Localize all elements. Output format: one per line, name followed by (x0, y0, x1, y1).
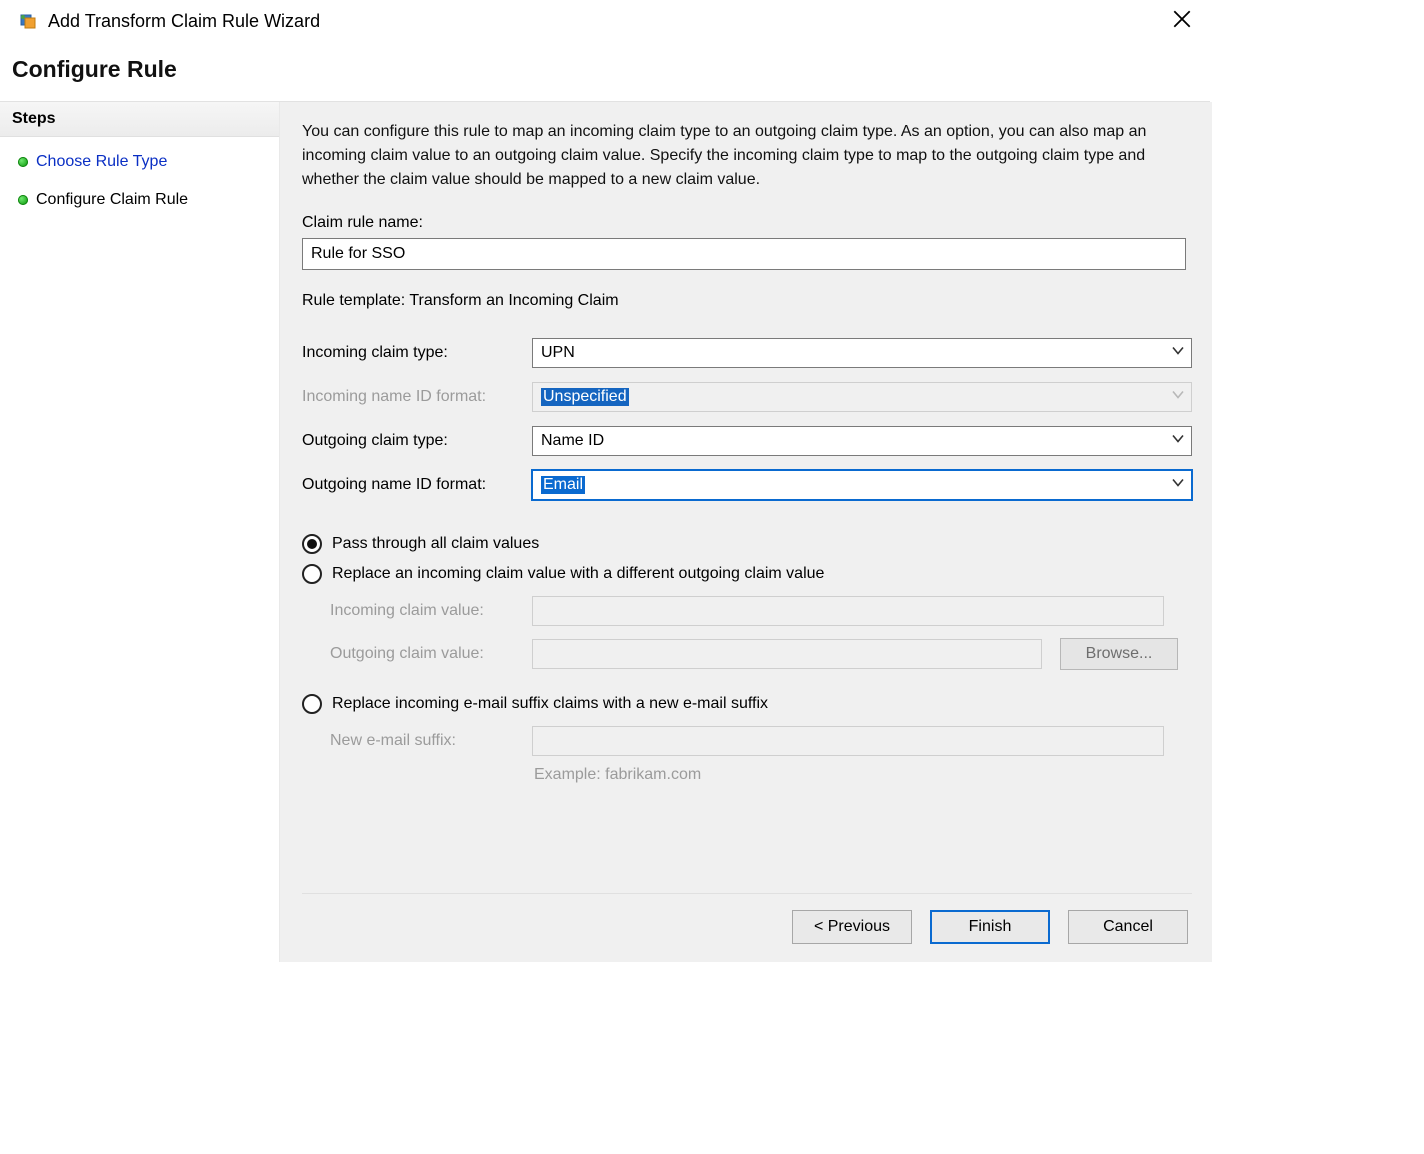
combo-value: Email (541, 476, 585, 494)
main-panel: You can configure this rule to map an in… (280, 102, 1212, 962)
incoming-nameid-format-combo: Unspecified (532, 382, 1192, 412)
rule-template-line: Rule template: Transform an Incoming Cla… (302, 292, 1192, 310)
outgoing-claim-value-row: Outgoing claim value: Browse... (330, 638, 1192, 670)
chevron-down-icon (1171, 476, 1185, 495)
outgoing-claim-value-input (532, 639, 1042, 669)
new-email-suffix-input (532, 726, 1164, 756)
claim-rule-name-input[interactable] (302, 238, 1186, 270)
step-label: Configure Claim Rule (36, 191, 188, 209)
wizard-body: Steps Choose Rule Type Configure Claim R… (0, 102, 1210, 962)
steps-header: Steps (0, 102, 279, 137)
steps-sidebar: Steps Choose Rule Type Configure Claim R… (0, 102, 280, 962)
intro-text: You can configure this rule to map an in… (302, 120, 1172, 192)
incoming-claim-type-label: Incoming claim type: (302, 344, 514, 362)
outgoing-nameid-format-label: Outgoing name ID format: (302, 476, 514, 494)
incoming-claim-value-label: Incoming claim value: (330, 602, 514, 620)
window-title: Add Transform Claim Rule Wizard (48, 11, 320, 32)
radio-label: Replace incoming e-mail suffix claims wi… (332, 695, 768, 713)
previous-button[interactable]: < Previous (792, 910, 912, 944)
outgoing-claim-type-row: Outgoing claim type: Name ID (302, 426, 1192, 456)
radio-icon (302, 534, 322, 554)
radio-label: Replace an incoming claim value with a d… (332, 565, 824, 583)
radio-icon (302, 564, 322, 584)
step-bullet-icon (18, 157, 28, 167)
outgoing-claim-type-label: Outgoing claim type: (302, 432, 514, 450)
radio-replace-suffix[interactable]: Replace incoming e-mail suffix claims wi… (302, 694, 1192, 714)
outgoing-nameid-format-row: Outgoing name ID format: Email (302, 470, 1192, 500)
step-configure-claim-rule[interactable]: Configure Claim Rule (14, 185, 271, 223)
combo-value: Name ID (541, 432, 604, 450)
claim-value-radio-group: Pass through all claim values Replace an… (302, 524, 1192, 784)
titlebar-left: Add Transform Claim Rule Wizard (18, 11, 320, 32)
radio-icon (302, 694, 322, 714)
browse-button: Browse... (1060, 638, 1178, 670)
cancel-button[interactable]: Cancel (1068, 910, 1188, 944)
chevron-down-icon (1171, 432, 1185, 451)
incoming-claim-type-row: Incoming claim type: UPN (302, 338, 1192, 368)
titlebar: Add Transform Claim Rule Wizard (0, 0, 1210, 50)
outgoing-claim-type-combo[interactable]: Name ID (532, 426, 1192, 456)
wizard-button-bar: < Previous Finish Cancel (302, 893, 1192, 962)
step-bullet-icon (18, 195, 28, 205)
chevron-down-icon (1171, 344, 1185, 363)
incoming-claim-value-input (532, 596, 1164, 626)
finish-button[interactable]: Finish (930, 910, 1050, 944)
incoming-nameid-format-row: Incoming name ID format: Unspecified (302, 382, 1192, 412)
app-icon (18, 11, 38, 31)
page-heading: Configure Rule (0, 50, 1210, 102)
combo-value: Unspecified (541, 388, 629, 406)
radio-pass-through[interactable]: Pass through all claim values (302, 534, 1192, 554)
radio-label: Pass through all claim values (332, 535, 539, 553)
step-choose-rule-type[interactable]: Choose Rule Type (14, 147, 271, 185)
outgoing-claim-value-label: Outgoing claim value: (330, 645, 514, 663)
wizard-window: Add Transform Claim Rule Wizard Configur… (0, 0, 1210, 1000)
claim-rule-name-label: Claim rule name: (302, 214, 1192, 232)
radio-replace-value[interactable]: Replace an incoming claim value with a d… (302, 564, 1192, 584)
claim-rule-name-block: Claim rule name: (302, 214, 1192, 270)
incoming-nameid-format-label: Incoming name ID format: (302, 388, 514, 406)
new-email-suffix-row: New e-mail suffix: (330, 726, 1192, 756)
new-email-suffix-label: New e-mail suffix: (330, 732, 514, 750)
combo-value: UPN (541, 344, 575, 362)
suffix-example-text: Example: fabrikam.com (534, 766, 1192, 784)
step-label: Choose Rule Type (36, 153, 167, 171)
incoming-claim-type-combo[interactable]: UPN (532, 338, 1192, 368)
incoming-claim-value-row: Incoming claim value: (330, 596, 1192, 626)
close-button[interactable] (1168, 10, 1196, 32)
steps-list: Choose Rule Type Configure Claim Rule (0, 137, 279, 233)
outgoing-nameid-format-combo[interactable]: Email (532, 470, 1192, 500)
chevron-down-icon (1171, 388, 1185, 407)
